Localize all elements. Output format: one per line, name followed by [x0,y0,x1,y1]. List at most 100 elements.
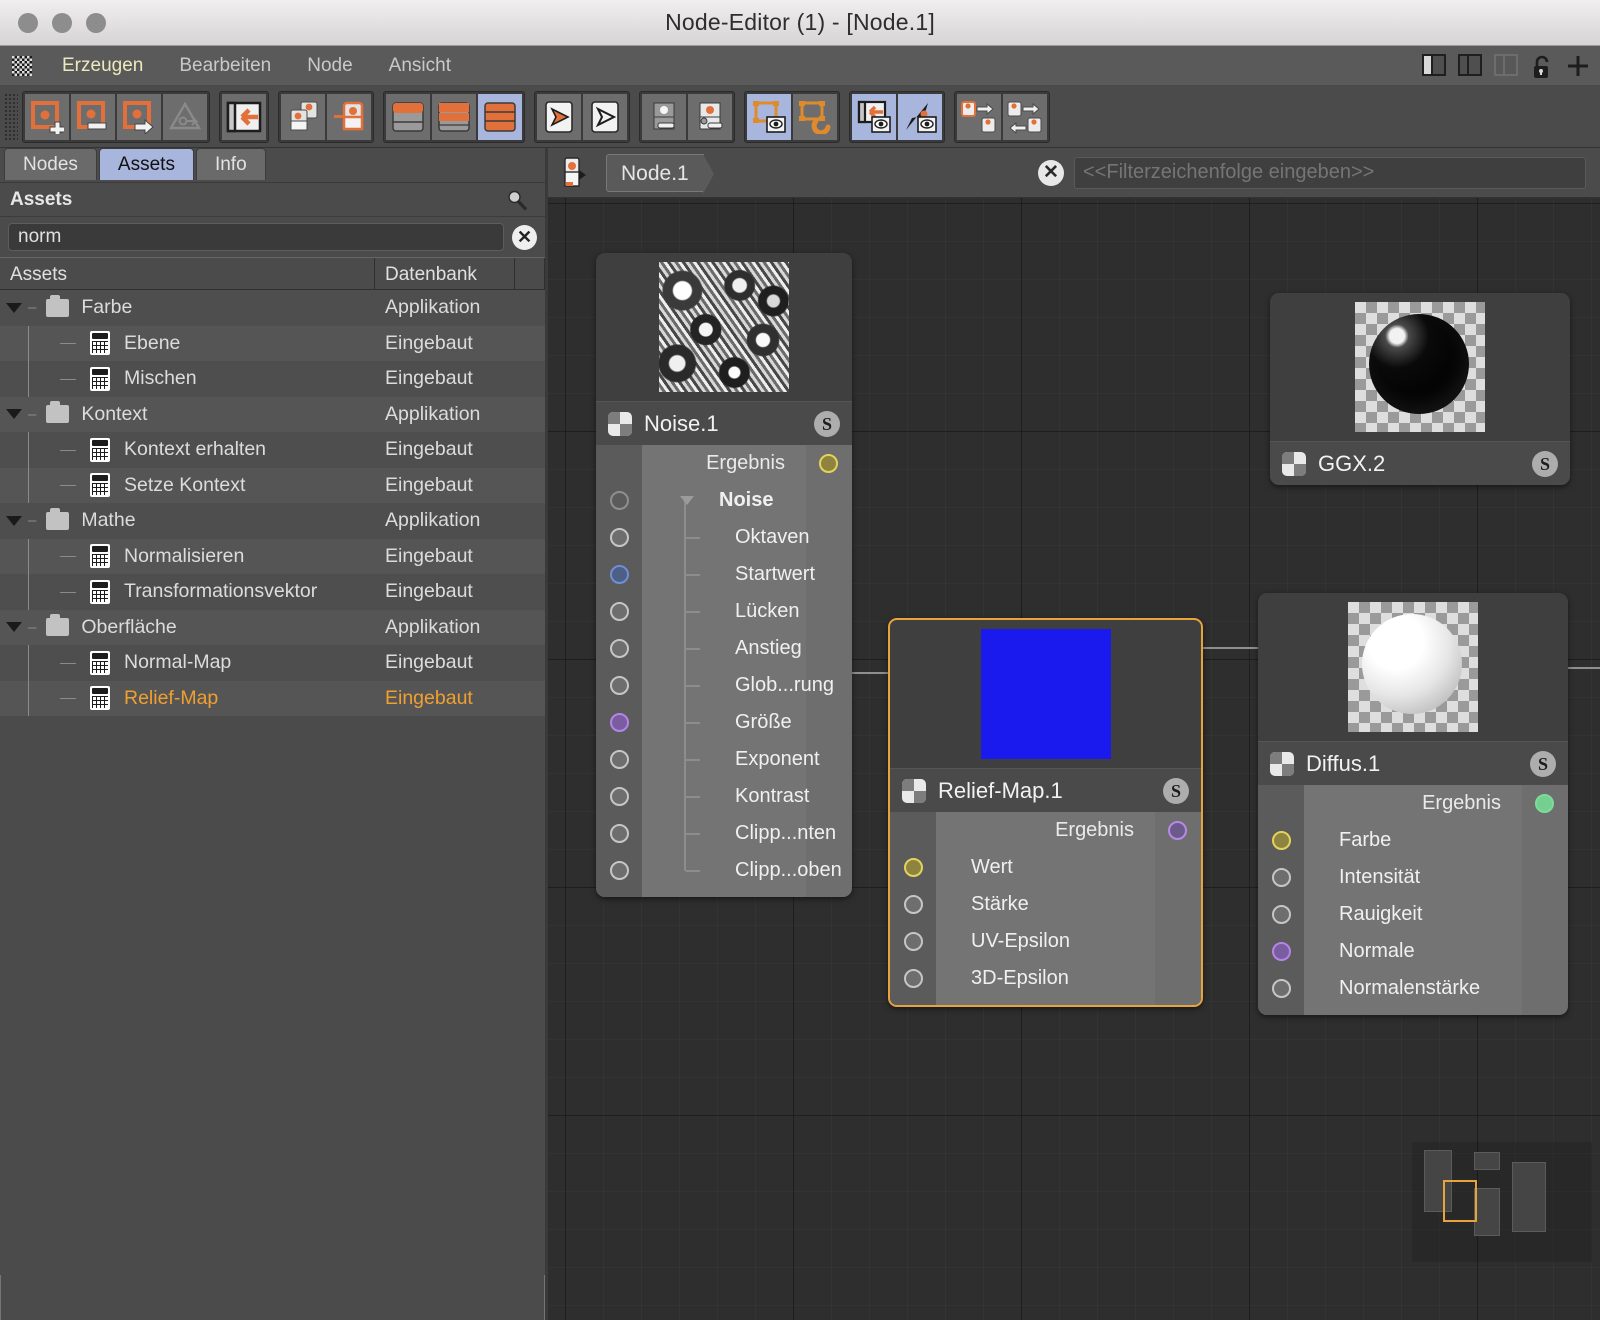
node-input-port[interactable]: Lücken [596,575,852,630]
node-input-port[interactable]: Rauigkeit [1258,896,1568,933]
close-button[interactable] [18,12,38,33]
node-input-port[interactable]: Clipp...oben [596,834,852,889]
column-datenbank[interactable]: Datenbank [375,258,515,289]
node-input-port[interactable]: Größe [596,686,852,741]
asset-item-row[interactable]: Transformationsvektor Eingebaut [0,574,545,610]
asset-item-row[interactable]: Ebene Eingebaut [0,325,545,361]
asset-folder-row[interactable]: – Oberfläche Applikation [0,609,545,645]
minimap-viewport[interactable] [1443,1180,1477,1222]
port-connector[interactable] [904,969,923,988]
node-solo-badge[interactable]: S [1532,450,1558,477]
asset-folder-row[interactable]: – Farbe Applikation [0,290,545,326]
add-icon[interactable] [1566,54,1592,78]
chevron-down-icon[interactable] [680,496,694,505]
clear-search-button[interactable]: ✕ [512,224,537,250]
port-connector[interactable] [1168,821,1187,840]
port-connector[interactable] [610,676,629,695]
port-connector[interactable] [610,528,629,547]
layout-single-icon[interactable] [1422,54,1448,78]
node-input-port[interactable]: Exponent [596,723,852,778]
port-connector[interactable] [610,713,629,732]
single-node-icon[interactable] [326,92,372,141]
node-input-port[interactable]: Glob...rung [596,649,852,704]
expand-caret-icon[interactable] [0,622,28,633]
port-connector[interactable] [610,750,629,769]
node-port-group[interactable]: Noise [596,482,852,519]
graph-node[interactable]: Diffus.1 S Ergebnis Farbe Intensität Rauigkei… [1258,593,1568,1015]
expand-caret-icon[interactable] [0,302,28,313]
port-connector[interactable] [1272,942,1291,961]
node-input-port[interactable]: Normale [1258,933,1568,970]
node-output-port[interactable]: Ergebnis [1258,785,1568,822]
asset-folder-row[interactable]: – Kontext Applikation [0,396,545,432]
search-icon[interactable] [505,189,529,218]
menu-bearbeiten[interactable]: Bearbeiten [161,55,289,77]
port-connector[interactable] [904,895,923,914]
window-traffic-lights[interactable] [18,12,106,33]
port-connector[interactable] [1535,794,1554,813]
layout-grid-icon[interactable] [1494,54,1520,78]
triangle-arrow-icon[interactable] [162,92,208,141]
node-arrow-button[interactable] [116,92,162,141]
asset-item-row[interactable]: Normalisieren Eingebaut [0,538,545,574]
node-canvas[interactable]: Noise.1 S Ergebnis Noise Oktaven Startwert Lüc… [548,198,1600,1320]
nodes-both-icon[interactable] [1002,92,1048,141]
zoom-button[interactable] [86,12,106,33]
node-input-port[interactable]: Stärke [890,886,1201,923]
node-input-port[interactable]: 3D-Epsilon [890,960,1201,997]
add-port-button[interactable] [70,92,116,141]
expand-caret-icon[interactable] [0,515,28,526]
port-connector[interactable] [904,932,923,951]
port-connector[interactable] [904,858,923,877]
port-connector[interactable] [610,639,629,658]
node-input-port[interactable]: Anstieg [596,612,852,667]
menu-node[interactable]: Node [289,55,370,77]
port-connector[interactable] [610,787,629,806]
layout-split-icon[interactable] [1458,54,1484,78]
graph-node[interactable]: Noise.1 S Ergebnis Noise Oktaven Startwert Lüc… [596,253,852,897]
port-connector[interactable] [819,454,838,473]
port-connector[interactable] [610,824,629,843]
asset-item-row[interactable]: Relief-Map Eingebaut [0,680,545,716]
rows-small-icon[interactable] [385,92,431,141]
node-input-port[interactable]: Clipp...nten [596,797,852,852]
node-solo-badge[interactable]: S [814,410,840,437]
frame-eye-icon[interactable] [746,92,792,141]
node-input-port[interactable]: Kontrast [596,760,852,815]
column-extra[interactable] [515,258,545,289]
node-input-port[interactable]: UV-Epsilon [890,923,1201,960]
rows-medium-icon[interactable] [431,92,477,141]
node-comment-icon[interactable] [641,92,687,141]
node-input-port[interactable]: Intensität [1258,859,1568,896]
tab-assets[interactable]: Assets [98,148,194,180]
clear-filter-button[interactable]: ✕ [1038,159,1064,186]
column-assets[interactable]: Assets [0,258,375,289]
asset-item-row[interactable]: Kontext erhalten Eingebaut [0,432,545,468]
node-input-port[interactable]: Oktaven [596,501,852,556]
canvas-minimap[interactable] [1412,1142,1592,1262]
graph-node[interactable]: Relief-Map.1 S Ergebnis Wert Stärke UV-Epsilo… [888,618,1203,1007]
port-connector[interactable] [1272,831,1291,850]
node-output-port[interactable]: Ergebnis [596,445,852,482]
port-connector[interactable] [1272,979,1291,998]
node-input-port[interactable]: Normalenstärke [1258,970,1568,1007]
toolbar-grip[interactable] [4,92,18,141]
play-filled-icon[interactable] [536,92,582,141]
port-connector[interactable] [610,565,629,584]
node-label-icon[interactable] [687,92,733,141]
node-title-bar[interactable]: Noise.1 S [596,401,852,445]
asset-item-row[interactable]: Setze Kontext Eingebaut [0,467,545,503]
node-root-icon[interactable] [562,156,590,190]
breadcrumb-node1[interactable]: Node.1 [606,153,714,194]
node-input-port[interactable]: Startwert [596,538,852,593]
search-input[interactable] [8,223,504,251]
port-connector[interactable] [610,491,629,510]
arrow-into-icon[interactable] [221,92,267,141]
asset-folder-row[interactable]: – Mathe Applikation [0,503,545,539]
asset-item-row[interactable]: Mischen Eingebaut [0,361,545,397]
filter-input[interactable] [1074,156,1586,189]
node-title-bar[interactable]: Diffus.1 S [1258,741,1568,785]
unlock-icon[interactable] [1530,54,1556,78]
port-connector[interactable] [1272,905,1291,924]
node-output-port[interactable]: Ergebnis [890,812,1201,849]
